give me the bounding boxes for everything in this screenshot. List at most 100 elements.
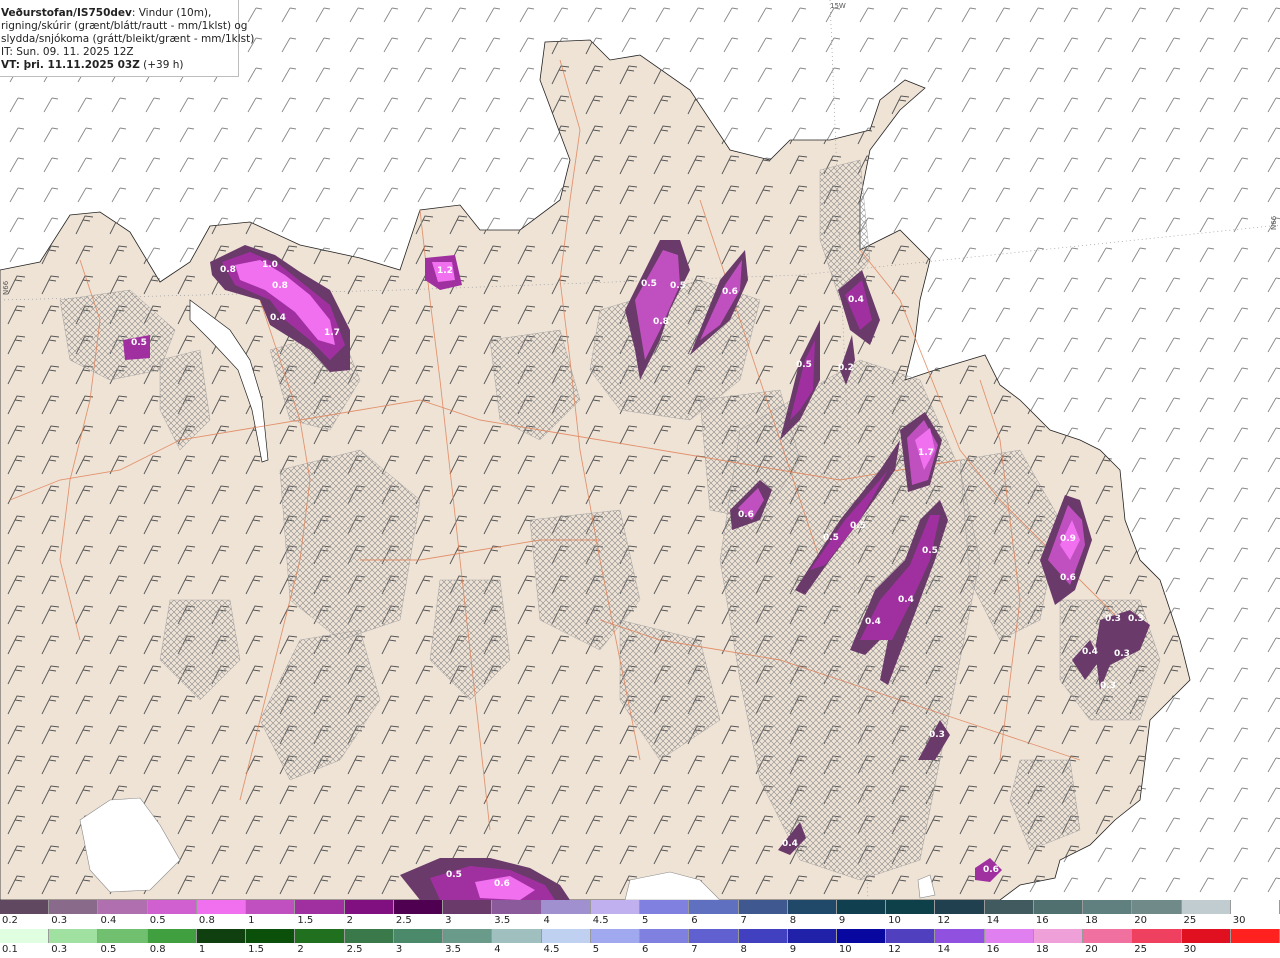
legend-label: 10: [888, 915, 901, 926]
legend-label: 0.8: [198, 915, 215, 926]
legend-swatch: [886, 929, 936, 943]
precip-label: 0.5: [131, 338, 147, 348]
legend-swatch: [0, 929, 50, 943]
legend-swatch: [344, 929, 394, 943]
legend-swatch: [541, 929, 591, 943]
precip-label: 0.6: [722, 287, 738, 297]
legend-swatch: [1132, 929, 1182, 943]
precip-label: 0.8: [653, 317, 669, 327]
legend-label: 4.5: [543, 944, 560, 955]
legend-swatch: [492, 900, 542, 914]
legend-swatch: [295, 929, 345, 943]
precip-label: 0.3: [1114, 649, 1130, 659]
precip-label: 0.6: [983, 865, 999, 875]
init-time: IT: Sun. 09. 11. 2025 12Z: [1, 46, 134, 58]
legend-label: 30: [1232, 915, 1246, 926]
legend-swatch: [246, 929, 296, 943]
legend-swatch: [443, 929, 493, 943]
legend-swatch: [196, 929, 247, 943]
precip-label: 0.5: [641, 279, 657, 289]
latitude-label-left: N66: [2, 280, 10, 295]
legend-swatch: [640, 929, 690, 943]
legend-label: 4: [543, 915, 550, 926]
legend-label: 18: [1035, 944, 1049, 955]
legend-swatch: [1083, 900, 1133, 914]
legend-label: 2: [346, 915, 353, 926]
org-name: Veðurstofan/IS750dev: [1, 7, 132, 19]
legend-swatch: [836, 900, 887, 914]
legend-label: 14: [937, 944, 951, 955]
legend-label: 0.5: [149, 915, 166, 926]
legend-swatch: [393, 900, 444, 914]
legend-label: 18: [1085, 915, 1098, 926]
legend-label: 0.8: [149, 944, 166, 955]
precip-label: 0.3: [1100, 681, 1116, 691]
legend-swatch: [738, 929, 788, 943]
legend-snow-labels: 0.2 0.3 0.4 0.5 0.8 1 1.5 2 2.5 3 3.5 4 4.5 5 6 7 8 9 10 12…: [0, 915, 1280, 927]
map-subtitle-2: slydda/snjókoma (grátt/bleikt/grænt - mm…: [1, 33, 255, 45]
precip-label: 0.3: [1105, 614, 1121, 624]
legend-swatch: [246, 900, 296, 914]
map-title: : Vindur (10m),: [131, 7, 212, 19]
precip-label: 0.4: [1082, 647, 1098, 657]
legend-label: 9: [789, 944, 797, 955]
legend-swatch: [1033, 900, 1084, 914]
legend-label: 3.5: [445, 944, 461, 955]
legend-label: 1: [198, 944, 206, 955]
legend-label: 3: [395, 944, 403, 955]
precip-label: 0.5: [922, 546, 938, 556]
legend-rain-labels: 0.1 0.3 0.5 0.8 1 1.5 2 2.5 3 3.5 4 4.5 5 6 7 8 9 10 12 14 1…: [0, 944, 1280, 956]
legend-swatch: [689, 900, 739, 914]
legend-swatch: [49, 929, 99, 943]
precip-label: 0.5: [670, 281, 686, 291]
legend-swatch: [344, 900, 394, 914]
legend-label: 2.5: [346, 944, 363, 955]
legend-swatch: [541, 900, 591, 914]
legend-label: 5: [592, 944, 600, 955]
legend-label: 20: [1134, 915, 1148, 926]
precip-label: 0.4: [898, 595, 914, 605]
legend-swatch: [935, 900, 985, 914]
precip-label: 0.9: [1060, 534, 1076, 544]
legend-label: 6: [691, 915, 698, 926]
legend-swatch: [49, 900, 99, 914]
legend-rain-colors: [0, 929, 1280, 943]
legend-swatch: [787, 900, 837, 914]
legend-label: 0.3: [51, 915, 68, 926]
map-info-box: Veðurstofan/IS750dev: Vindur (10m), rign…: [0, 0, 255, 77]
legend-label: 9: [838, 915, 846, 926]
legend-label: 2.5: [395, 915, 412, 926]
precip-label: 1.2: [437, 266, 453, 276]
legend-swatch: [836, 929, 887, 943]
legend-label: 1.5: [248, 944, 265, 955]
legend-label: 3.5: [494, 915, 511, 926]
legend-swatch: [1132, 900, 1182, 914]
legend-swatch: [787, 929, 837, 943]
legend-swatch: [1181, 900, 1231, 914]
legend-swatch: [886, 900, 936, 914]
map-canvas: 0.8 1.0 0.8 0.4 1.7 0.5 1.2 0.5 0.5 0.8 …: [0, 0, 1280, 900]
legend-label: 12: [937, 915, 951, 926]
legend-label: 0.5: [100, 944, 117, 955]
legend-label: 6: [642, 944, 649, 955]
legend-label: 12: [888, 944, 901, 955]
legend-label: 1: [248, 915, 255, 926]
precip-label: 0.4: [270, 313, 286, 323]
map-subtitle-1: rigning/skúrir (grænt/blátt/rautt - mm/1…: [1, 20, 248, 32]
precip-label: 0.6: [1060, 573, 1076, 583]
legend-label: 5: [642, 915, 649, 926]
legend-swatch: [640, 900, 690, 914]
legend-swatch: [443, 900, 493, 914]
legend-swatch: [492, 929, 542, 943]
legend-swatch: [984, 929, 1034, 943]
legend-swatch: [1230, 900, 1280, 914]
precip-label: 1.0: [262, 260, 278, 270]
legend-label: 7: [740, 915, 747, 926]
legend-label: 30: [1183, 944, 1197, 955]
precip-label: 0.2: [838, 363, 854, 373]
precip-label: 0.4: [782, 839, 798, 849]
forecast-hours: (+39 h): [139, 59, 184, 71]
legend-swatch: [738, 900, 788, 914]
legend-label: 7: [691, 944, 698, 955]
legend-swatch: [98, 929, 148, 943]
